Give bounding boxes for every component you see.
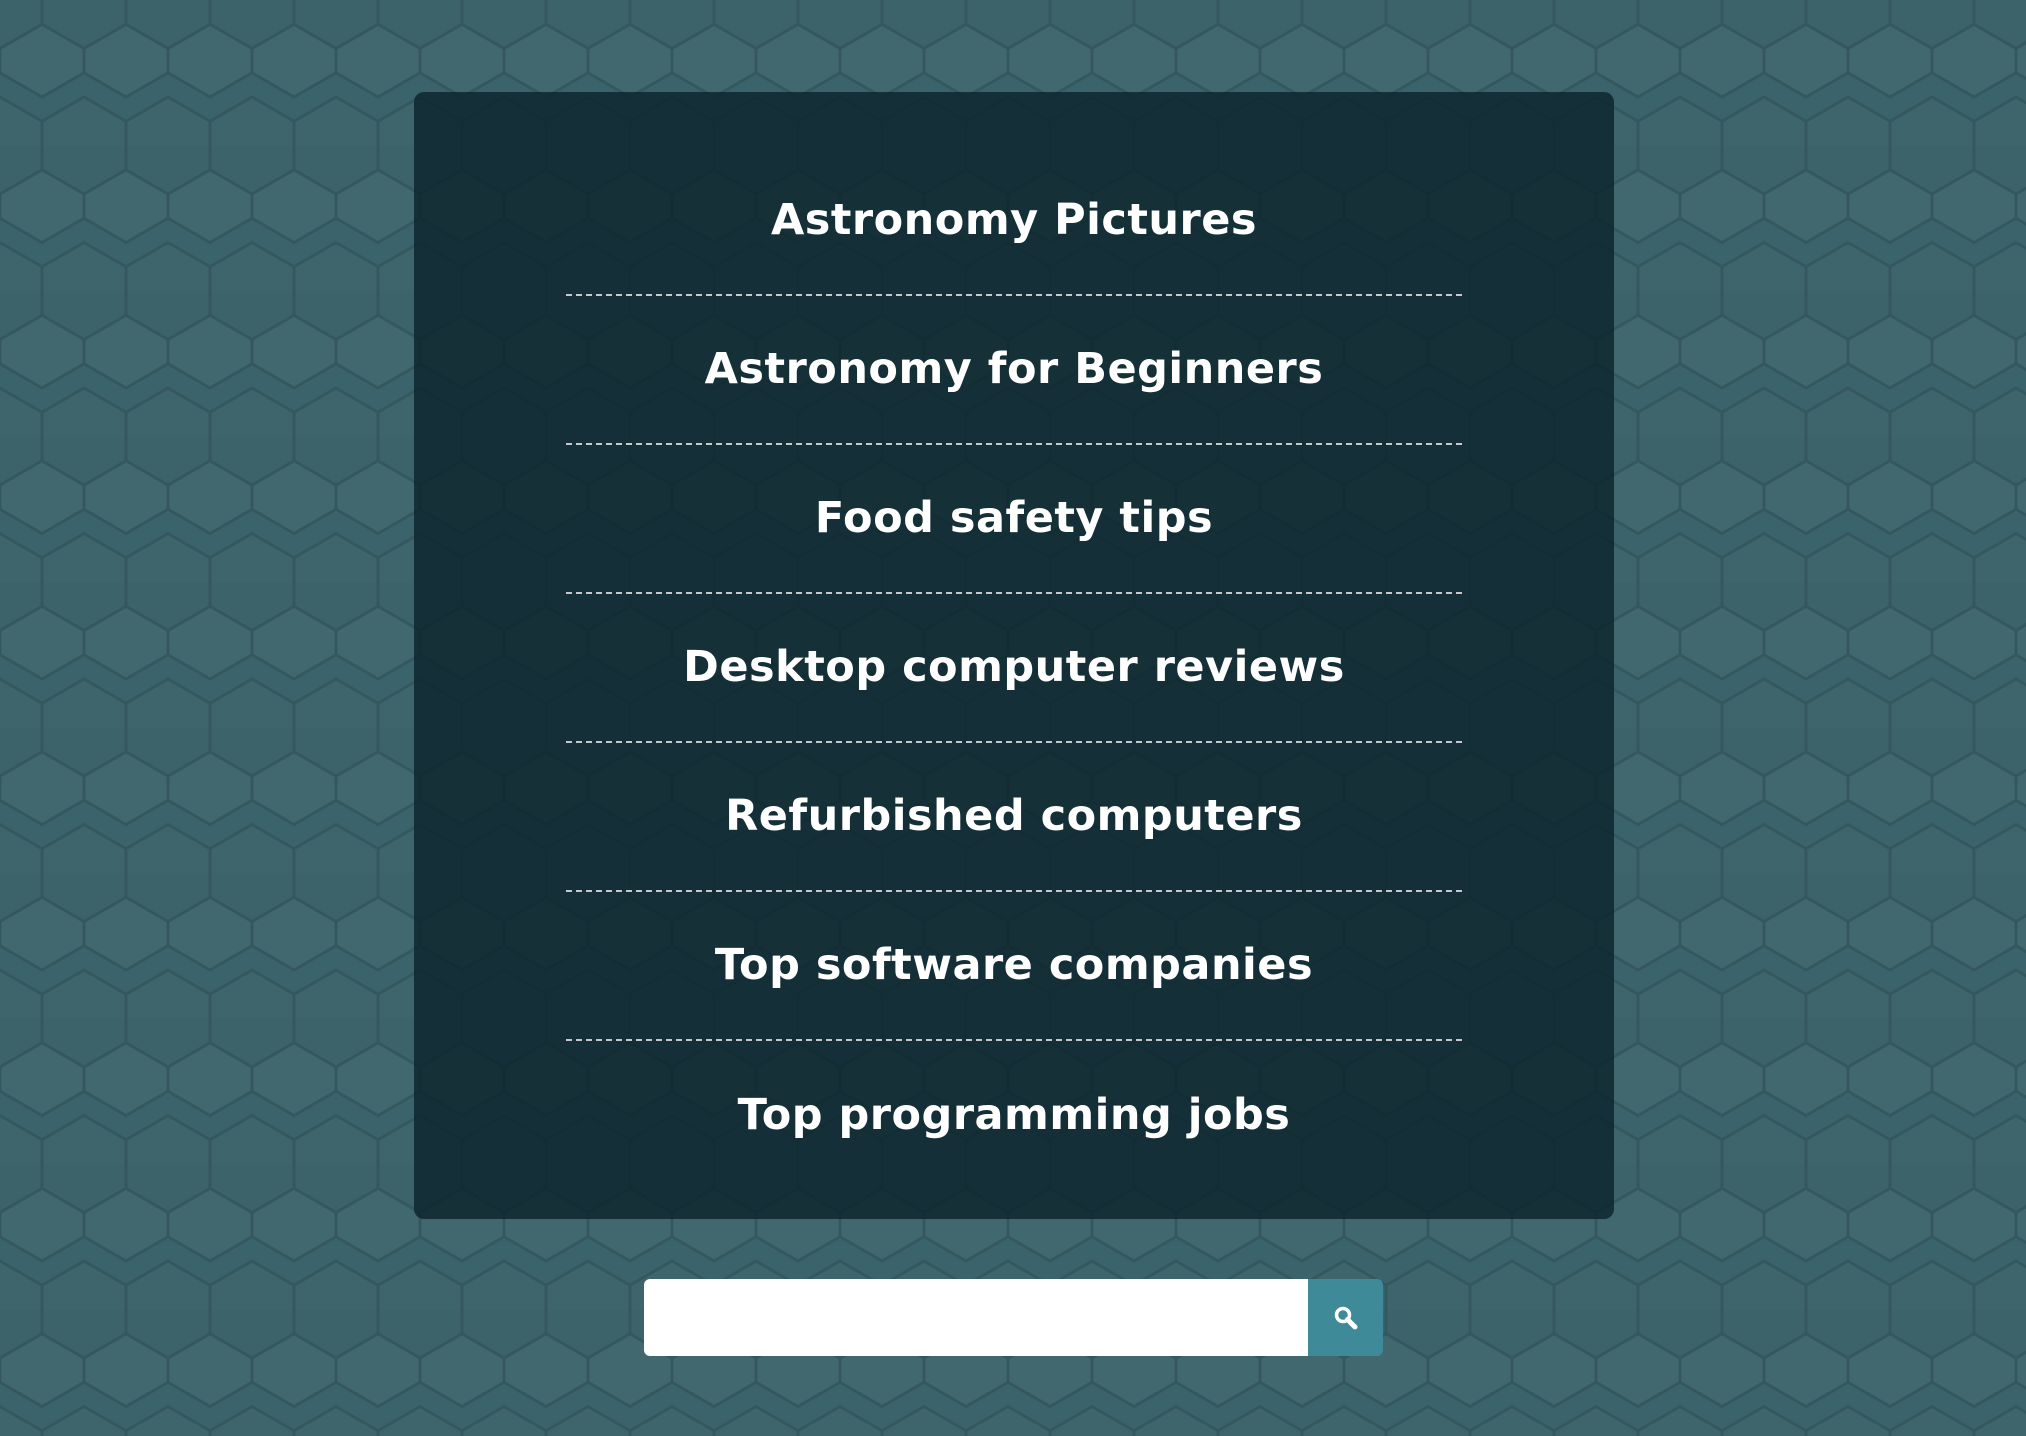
- list-item: Refurbished computers: [566, 743, 1462, 892]
- link-list: Astronomy Pictures Astronomy for Beginne…: [566, 147, 1462, 1190]
- list-item: Top software companies: [566, 892, 1462, 1041]
- link-top-software-companies[interactable]: Top software companies: [715, 940, 1313, 990]
- link-refurbished-computers[interactable]: Refurbished computers: [725, 791, 1303, 841]
- search-bar: [644, 1279, 1383, 1356]
- list-item: Astronomy for Beginners: [566, 296, 1462, 445]
- link-food-safety-tips[interactable]: Food safety tips: [815, 493, 1213, 543]
- search-icon: [1332, 1304, 1360, 1332]
- link-top-programming-jobs[interactable]: Top programming jobs: [738, 1090, 1291, 1140]
- list-item: Food safety tips: [566, 445, 1462, 594]
- links-panel: Astronomy Pictures Astronomy for Beginne…: [414, 92, 1614, 1219]
- link-astronomy-for-beginners[interactable]: Astronomy for Beginners: [705, 344, 1324, 394]
- link-astronomy-pictures[interactable]: Astronomy Pictures: [771, 195, 1257, 245]
- search-input[interactable]: [644, 1279, 1308, 1356]
- search-button[interactable]: [1308, 1279, 1383, 1356]
- list-item: Astronomy Pictures: [566, 147, 1462, 296]
- link-desktop-computer-reviews[interactable]: Desktop computer reviews: [683, 642, 1345, 692]
- list-item: Desktop computer reviews: [566, 594, 1462, 743]
- list-item: Top programming jobs: [566, 1041, 1462, 1190]
